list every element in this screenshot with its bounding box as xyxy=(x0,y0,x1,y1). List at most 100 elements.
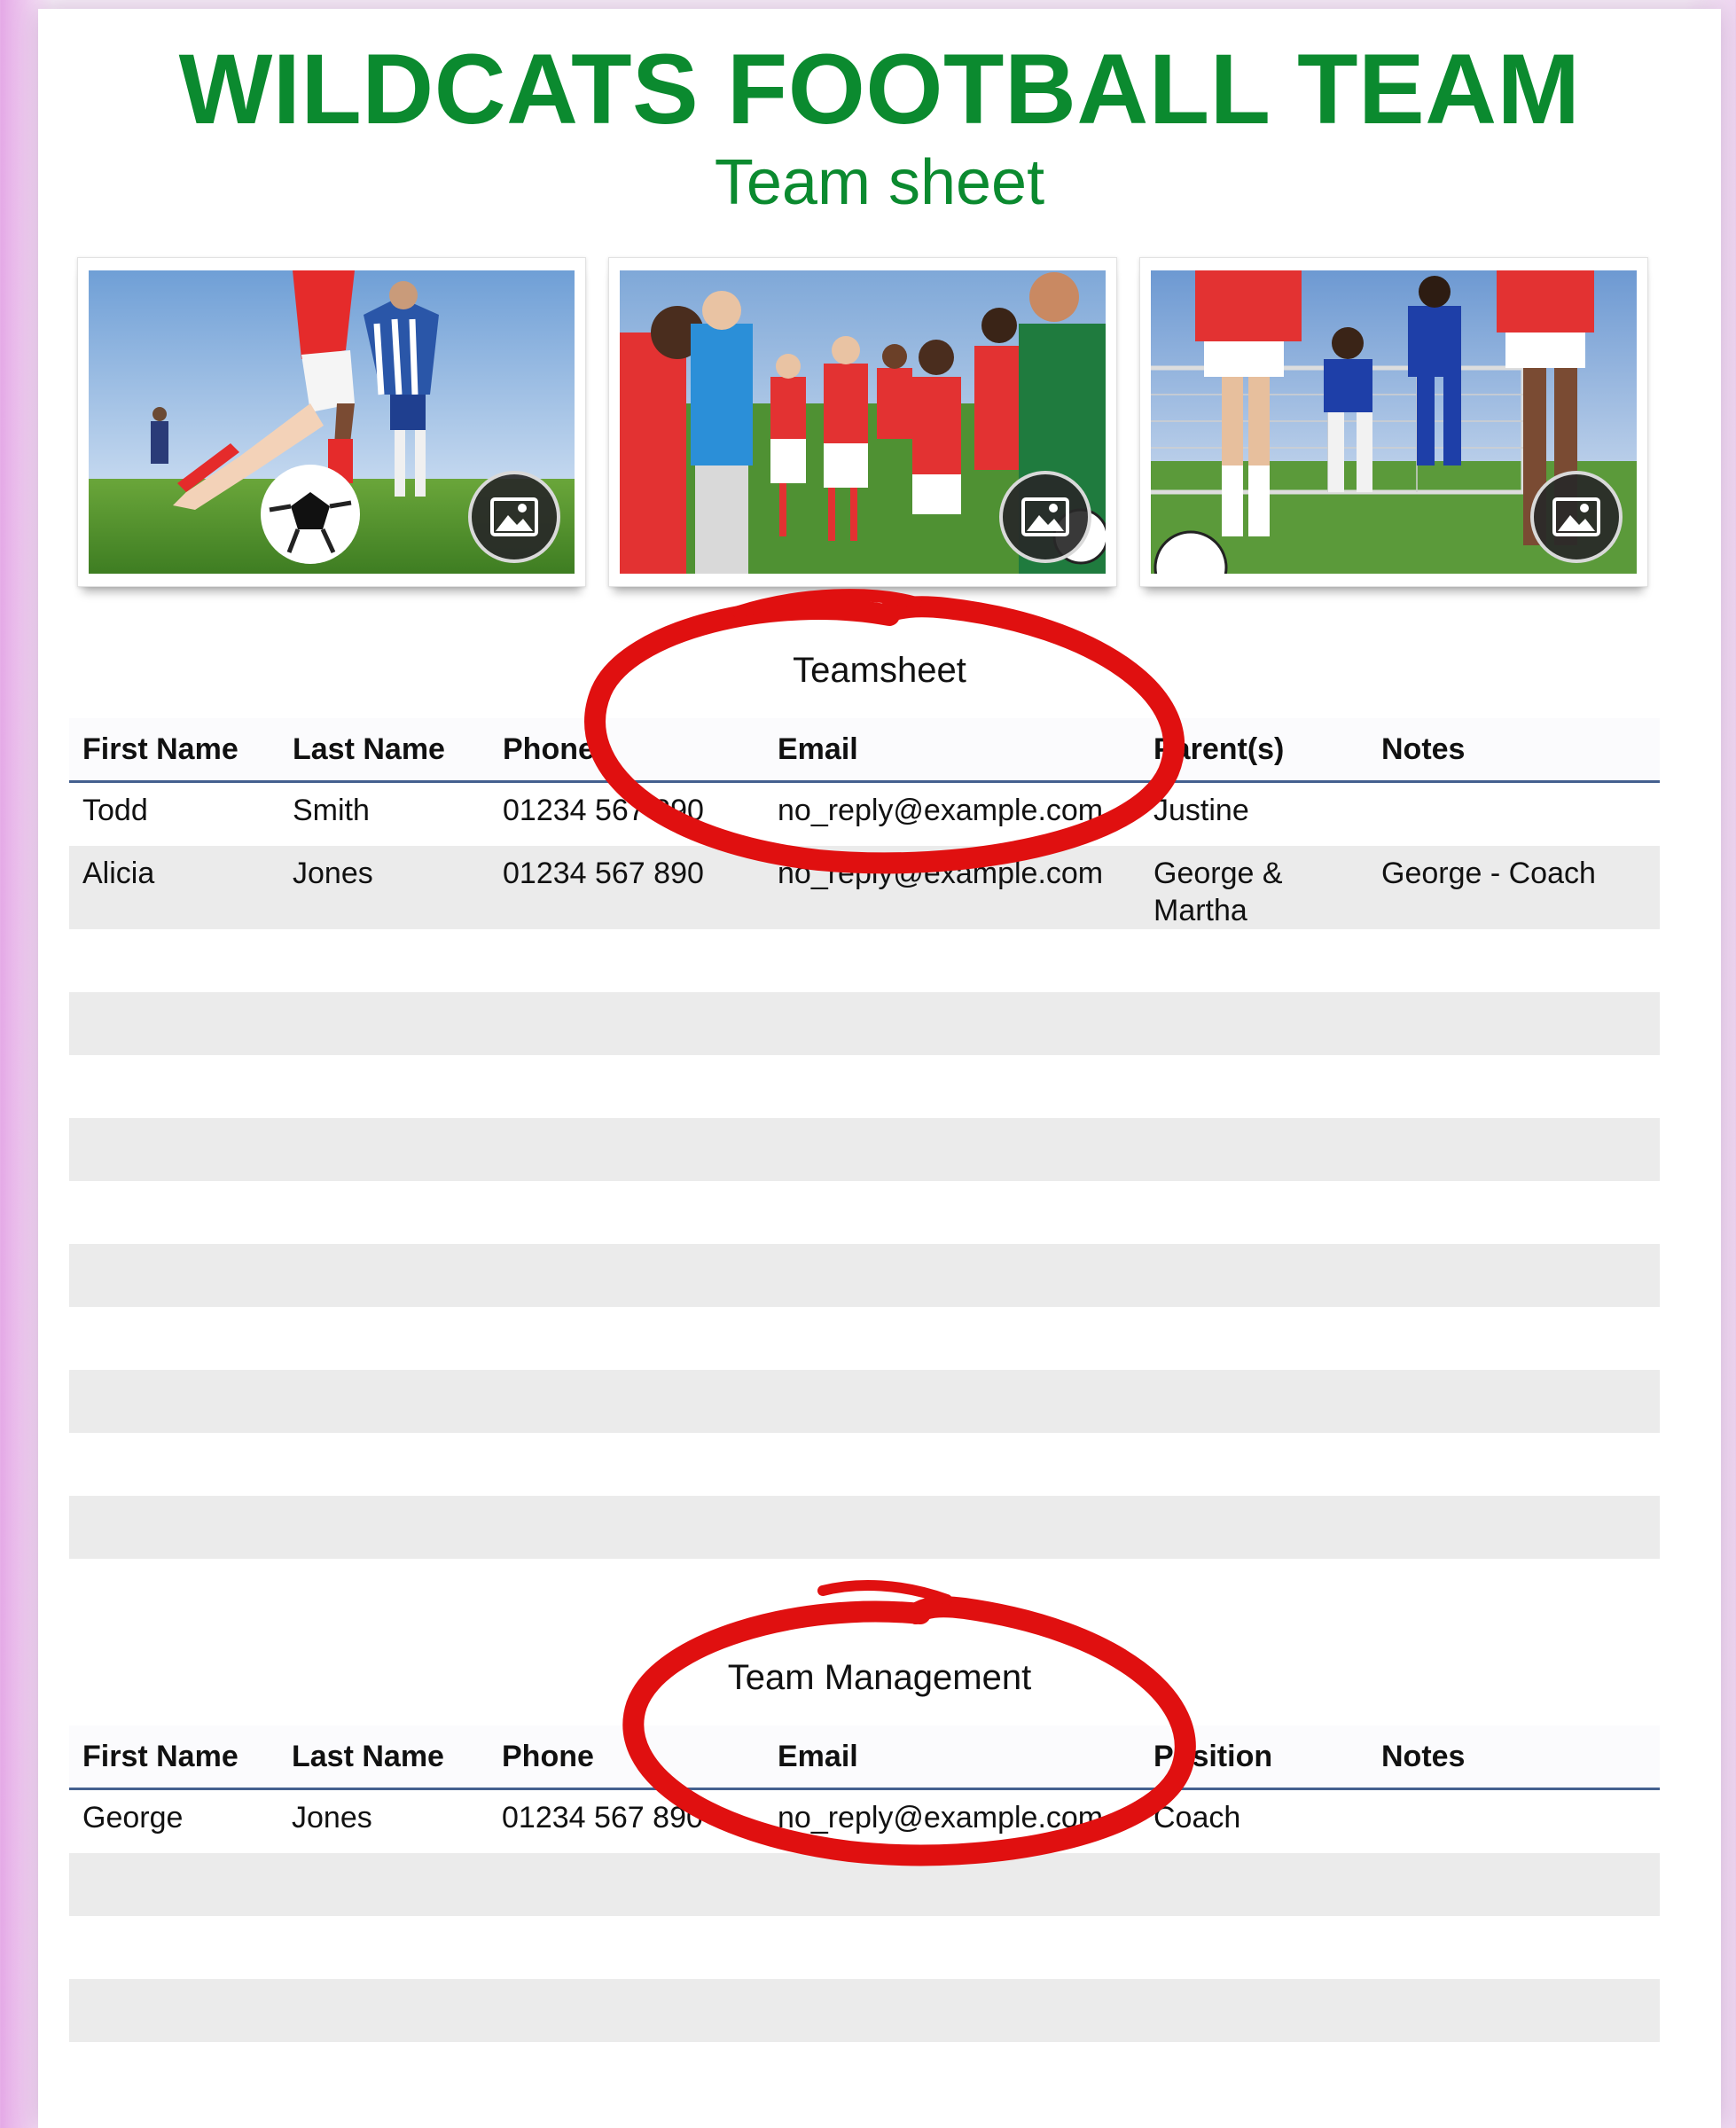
cell-first-name[interactable] xyxy=(69,929,279,992)
cell-email[interactable] xyxy=(764,1307,1140,1370)
cell-email[interactable] xyxy=(764,1244,1140,1307)
column-header-phone[interactable]: Phone xyxy=(489,1725,764,1790)
cell-phone[interactable] xyxy=(489,1055,764,1118)
cell-email[interactable] xyxy=(764,992,1140,1055)
cell-position[interactable] xyxy=(1140,2042,1368,2105)
column-header-last-name[interactable]: Last Name xyxy=(278,1725,489,1790)
cell-last-name[interactable] xyxy=(279,929,489,992)
cell-last-name[interactable] xyxy=(279,1307,489,1370)
cell-first-name[interactable] xyxy=(69,1433,279,1496)
cell-email[interactable] xyxy=(764,929,1140,992)
column-header-last-name[interactable]: Last Name xyxy=(279,718,489,783)
cell-notes[interactable] xyxy=(1368,1307,1660,1370)
cell-first-name[interactable]: George xyxy=(69,1789,278,1854)
cell-position[interactable] xyxy=(1140,1979,1368,2042)
cell-first-name[interactable] xyxy=(69,1979,278,2042)
cell-first-name[interactable] xyxy=(69,992,279,1055)
cell-phone[interactable] xyxy=(489,2042,764,2105)
table-row[interactable] xyxy=(69,1979,1660,2042)
cell-first-name[interactable] xyxy=(69,1307,279,1370)
cell-email[interactable] xyxy=(764,1979,1140,2042)
table-row[interactable] xyxy=(69,1307,1660,1370)
cell-notes[interactable]: George - Coach xyxy=(1368,846,1660,929)
cell-last-name[interactable]: Smith xyxy=(279,782,489,847)
table-row[interactable] xyxy=(69,1916,1660,1979)
insert-image-button[interactable] xyxy=(1530,471,1623,563)
cell-notes[interactable] xyxy=(1368,2042,1660,2105)
cell-parents[interactable] xyxy=(1140,1055,1368,1118)
cell-phone[interactable] xyxy=(489,1916,764,1979)
column-header-notes[interactable]: Notes xyxy=(1368,718,1660,783)
insert-image-button[interactable] xyxy=(468,471,560,563)
cell-last-name[interactable] xyxy=(279,1433,489,1496)
cell-phone[interactable]: 01234 567 890 xyxy=(489,846,764,929)
table-row[interactable] xyxy=(69,2042,1660,2105)
table-row[interactable] xyxy=(69,992,1660,1055)
cell-notes[interactable] xyxy=(1368,1979,1660,2042)
cell-last-name[interactable] xyxy=(279,1244,489,1307)
column-header-notes[interactable]: Notes xyxy=(1368,1725,1660,1790)
table-row[interactable] xyxy=(69,1118,1660,1181)
cell-email[interactable] xyxy=(764,1118,1140,1181)
cell-notes[interactable] xyxy=(1368,1055,1660,1118)
cell-email[interactable]: no_reply@example.com xyxy=(764,846,1140,929)
cell-email[interactable] xyxy=(764,1181,1140,1244)
cell-email[interactable] xyxy=(764,1433,1140,1496)
cell-notes[interactable] xyxy=(1368,1118,1660,1181)
column-header-position[interactable]: Position xyxy=(1140,1725,1368,1790)
cell-notes[interactable] xyxy=(1368,1244,1660,1307)
column-header-email[interactable]: Email xyxy=(764,718,1140,783)
cell-parents[interactable] xyxy=(1140,992,1368,1055)
table-row[interactable] xyxy=(69,1055,1660,1118)
cell-phone[interactable] xyxy=(489,1244,764,1307)
cell-first-name[interactable] xyxy=(69,1181,279,1244)
cell-parents[interactable] xyxy=(1140,1370,1368,1433)
column-header-parents[interactable]: Parent(s) xyxy=(1140,718,1368,783)
cell-last-name[interactable] xyxy=(278,1916,489,1979)
cell-parents[interactable]: Justine xyxy=(1140,782,1368,847)
table-row[interactable]: George Jones 01234 567 890 no_reply@example… xyxy=(69,1789,1660,1854)
cell-parents[interactable] xyxy=(1140,1496,1368,1559)
cell-parents[interactable]: George & Martha xyxy=(1140,846,1368,929)
photo-placeholder-1[interactable] xyxy=(77,257,586,587)
cell-first-name[interactable] xyxy=(69,1118,279,1181)
cell-last-name[interactable] xyxy=(278,1979,489,2042)
cell-phone[interactable] xyxy=(489,992,764,1055)
table-row[interactable]: Alicia Jones 01234 567 890 no_reply@example… xyxy=(69,846,1660,929)
cell-last-name[interactable] xyxy=(279,1370,489,1433)
cell-first-name[interactable] xyxy=(69,1916,278,1979)
cell-notes[interactable] xyxy=(1368,929,1660,992)
cell-last-name[interactable]: Jones xyxy=(278,1789,489,1854)
cell-email[interactable] xyxy=(764,2042,1140,2105)
cell-last-name[interactable] xyxy=(279,1496,489,1559)
cell-phone[interactable] xyxy=(489,1118,764,1181)
cell-first-name[interactable] xyxy=(69,2042,278,2105)
cell-last-name[interactable] xyxy=(279,992,489,1055)
cell-notes[interactable] xyxy=(1368,1181,1660,1244)
cell-position[interactable] xyxy=(1140,1916,1368,1979)
cell-notes[interactable] xyxy=(1368,1496,1660,1559)
table-row[interactable] xyxy=(69,1244,1660,1307)
insert-image-button[interactable] xyxy=(999,471,1091,563)
cell-phone[interactable]: 01234 567 890 xyxy=(489,782,764,847)
column-header-phone[interactable]: Phone xyxy=(489,718,764,783)
column-header-email[interactable]: Email xyxy=(764,1725,1140,1790)
cell-first-name[interactable] xyxy=(69,1055,279,1118)
cell-email[interactable]: no_reply@example.com xyxy=(764,1789,1140,1854)
cell-position[interactable] xyxy=(1140,1853,1368,1916)
cell-parents[interactable] xyxy=(1140,1118,1368,1181)
photo-placeholder-2[interactable] xyxy=(608,257,1117,587)
cell-email[interactable] xyxy=(764,1916,1140,1979)
column-header-first-name[interactable]: First Name xyxy=(69,1725,278,1790)
table-row[interactable]: Todd Smith 01234 567 890 no_reply@example.c… xyxy=(69,782,1660,847)
cell-last-name[interactable] xyxy=(279,1055,489,1118)
column-header-first-name[interactable]: First Name xyxy=(69,718,279,783)
table-row[interactable] xyxy=(69,1370,1660,1433)
table-row[interactable] xyxy=(69,1496,1660,1559)
cell-parents[interactable] xyxy=(1140,1181,1368,1244)
cell-phone[interactable] xyxy=(489,1181,764,1244)
cell-phone[interactable] xyxy=(489,1853,764,1916)
cell-notes[interactable] xyxy=(1368,1433,1660,1496)
cell-parents[interactable] xyxy=(1140,929,1368,992)
cell-first-name[interactable]: Todd xyxy=(69,782,279,847)
